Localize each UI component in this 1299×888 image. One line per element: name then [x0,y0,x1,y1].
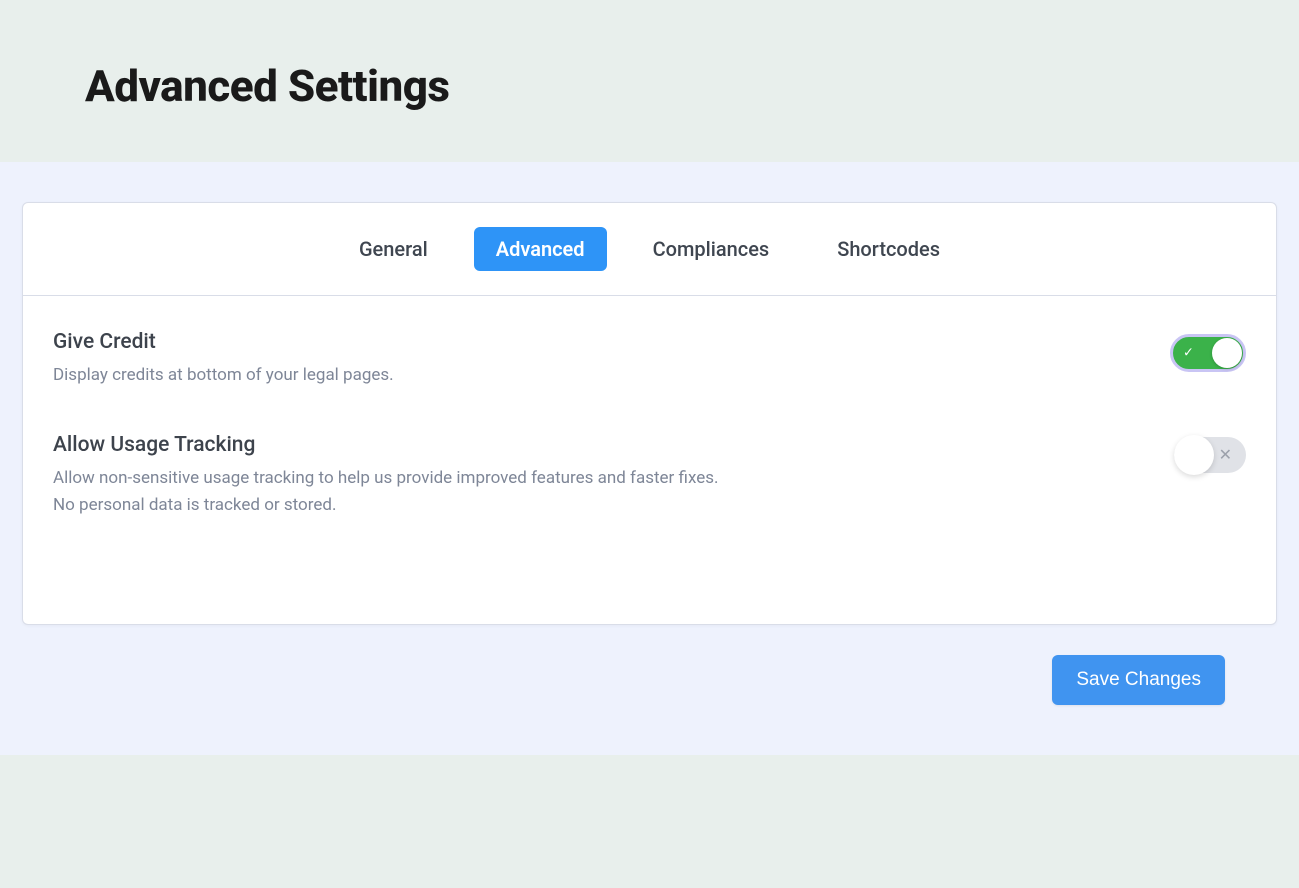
setting-row-give-credit: Give Credit Display credits at bottom of… [53,330,1246,389]
toggle-track: ✓ [1170,334,1246,372]
check-icon: ✓ [1183,347,1194,360]
toggle-knob [1212,338,1242,368]
toggle-knob [1174,435,1214,475]
setting-title-give-credit: Give Credit [53,330,394,354]
setting-text: Allow Usage Tracking Allow non-sensitive… [53,433,733,519]
setting-desc-usage-tracking: Allow non-sensitive usage tracking to he… [53,465,733,519]
toggle-usage-tracking[interactable]: ✕ [1174,437,1246,473]
save-changes-button[interactable]: Save Changes [1052,655,1225,705]
toggle-give-credit[interactable]: ✓ [1170,334,1246,372]
tab-shortcodes[interactable]: Shortcodes [815,227,962,271]
setting-row-usage-tracking: Allow Usage Tracking Allow non-sensitive… [53,433,1246,519]
settings-body: Give Credit Display credits at bottom of… [23,296,1276,624]
page-title: Advanced Settings [85,60,1214,112]
tab-advanced[interactable]: Advanced [474,227,607,271]
actions-row: Save Changes [22,655,1277,705]
setting-title-usage-tracking: Allow Usage Tracking [53,433,733,457]
toggle-track: ✕ [1174,437,1246,473]
setting-text: Give Credit Display credits at bottom of… [53,330,394,389]
setting-desc-give-credit: Display credits at bottom of your legal … [53,362,394,389]
content-section: General Advanced Compliances Shortcodes … [0,162,1299,755]
tab-compliances[interactable]: Compliances [631,227,792,271]
header-section: Advanced Settings [0,0,1299,162]
tab-general[interactable]: General [337,227,450,271]
tabs-row: General Advanced Compliances Shortcodes [23,203,1276,296]
close-icon: ✕ [1219,447,1232,463]
settings-card: General Advanced Compliances Shortcodes … [22,202,1277,625]
